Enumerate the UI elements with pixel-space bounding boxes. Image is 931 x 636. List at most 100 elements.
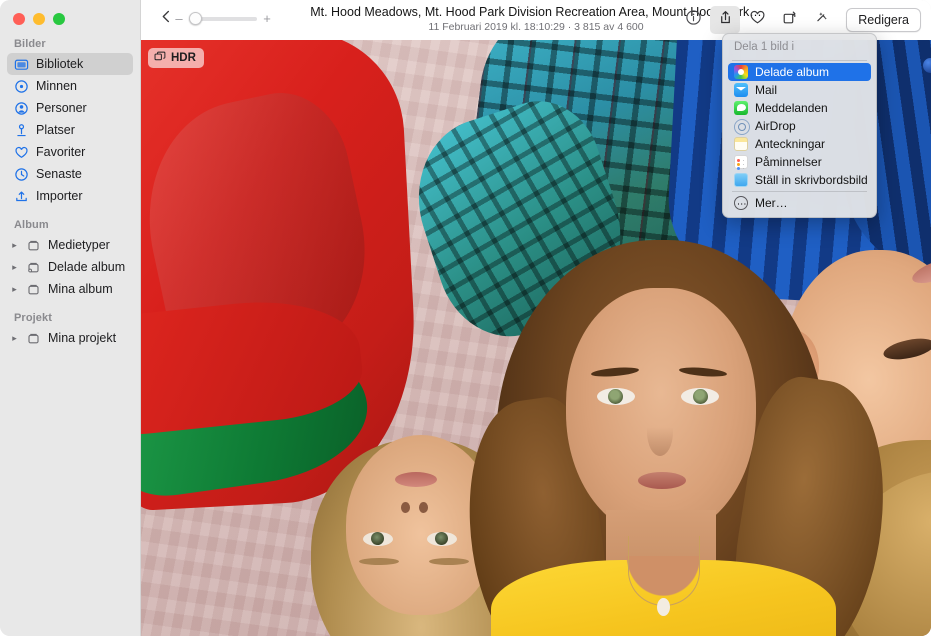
memories-icon xyxy=(14,79,29,94)
zoom-slider-track[interactable] xyxy=(189,12,257,25)
minimize-button[interactable] xyxy=(33,13,45,25)
share-menu: Dela 1 bild i Delade album Mail Meddelan… xyxy=(722,33,877,218)
edit-button[interactable]: Redigera xyxy=(846,8,921,32)
hdr-layers-icon xyxy=(154,51,166,66)
sidebar-item-label: Minnen xyxy=(36,79,77,93)
sidebar: Bilder Bibliotek Minnen Personer Platser… xyxy=(0,0,141,636)
info-button[interactable] xyxy=(678,6,708,34)
zoom-out-label[interactable]: – xyxy=(175,12,183,25)
import-icon xyxy=(14,189,29,204)
sidebar-item-label: Bibliotek xyxy=(36,57,84,71)
menu-separator xyxy=(732,60,867,61)
share-menu-item-label: Mer… xyxy=(755,196,788,210)
share-up-arrow-icon xyxy=(717,9,734,31)
folder-icon xyxy=(26,282,41,297)
share-menu-item-meddelanden[interactable]: Meddelanden xyxy=(728,99,871,117)
share-menu-item-mail[interactable]: Mail xyxy=(728,81,871,99)
zoom-button[interactable] xyxy=(53,13,65,25)
share-menu-item-label: Påminnelser xyxy=(755,155,822,169)
share-menu-item-paminnelser[interactable]: Påminnelser xyxy=(728,153,871,171)
sidebar-item-label: Senaste xyxy=(36,167,82,181)
share-menu-item-delade-album[interactable]: Delade album xyxy=(728,63,871,81)
favorite-button[interactable] xyxy=(742,6,772,34)
photos-window: Bilder Bibliotek Minnen Personer Platser… xyxy=(0,0,931,636)
sidebar-item-personer[interactable]: Personer xyxy=(7,97,133,119)
share-menu-item-mer[interactable]: Mer… xyxy=(728,194,871,212)
share-menu-item-label: Ställ in skrivbordsbild xyxy=(755,173,868,187)
chevron-right-icon[interactable]: ▸ xyxy=(10,234,19,256)
share-menu-item-label: Meddelanden xyxy=(755,101,828,115)
zoom-slider-control[interactable]: – + xyxy=(175,12,271,25)
zoom-in-label[interactable]: + xyxy=(263,12,271,25)
sidebar-section-bilder: Bilder xyxy=(14,38,46,50)
magic-wand-icon xyxy=(813,9,830,31)
share-menu-item-label: Anteckningar xyxy=(755,137,826,151)
back-button[interactable] xyxy=(155,8,177,30)
sidebar-section-projekt: Projekt xyxy=(14,312,52,324)
toolbar-actions: Redigera xyxy=(678,6,921,34)
clock-icon xyxy=(14,167,29,182)
shared-folder-icon xyxy=(26,260,41,275)
folder-icon xyxy=(26,238,41,253)
sidebar-item-delade-album[interactable]: ▸ Delade album xyxy=(7,256,133,278)
sidebar-item-mina-projekt[interactable]: ▸ Mina projekt xyxy=(7,327,133,349)
shared-albums-icon xyxy=(734,65,748,79)
share-menu-item-label: AirDrop xyxy=(755,119,796,133)
sidebar-item-label: Platser xyxy=(36,123,75,137)
share-menu-item-label: Delade album xyxy=(755,65,830,79)
chevron-right-icon[interactable]: ▸ xyxy=(10,327,19,349)
heart-icon xyxy=(14,145,29,160)
share-menu-header: Dela 1 bild i xyxy=(734,41,795,53)
sidebar-item-label: Delade album xyxy=(48,260,126,274)
more-circle-icon xyxy=(734,196,748,210)
sidebar-list: Bilder Bibliotek Minnen Personer Platser… xyxy=(0,38,140,349)
chevron-right-icon[interactable]: ▸ xyxy=(10,256,19,278)
notes-icon xyxy=(734,137,748,151)
heart-icon xyxy=(749,9,766,31)
sidebar-item-label: Importer xyxy=(36,189,83,203)
rotate-button[interactable] xyxy=(774,6,804,34)
sidebar-item-minnen[interactable]: Minnen xyxy=(7,75,133,97)
sidebar-section-album: Album xyxy=(14,219,49,231)
share-menu-item-anteckningar[interactable]: Anteckningar xyxy=(728,135,871,153)
messages-icon xyxy=(734,101,748,115)
people-icon xyxy=(14,101,29,116)
enhance-button[interactable] xyxy=(806,6,836,34)
traffic-lights xyxy=(13,13,65,25)
sidebar-item-label: Mina album xyxy=(48,282,113,296)
sidebar-item-label: Personer xyxy=(36,101,87,115)
info-circle-icon xyxy=(685,9,702,31)
folder-icon xyxy=(26,331,41,346)
chevron-right-icon[interactable]: ▸ xyxy=(10,278,19,300)
places-pin-icon xyxy=(14,123,29,138)
share-menu-item-airdrop[interactable]: AirDrop xyxy=(728,117,871,135)
sidebar-item-favoriter[interactable]: Favoriter xyxy=(7,141,133,163)
hdr-badge: HDR xyxy=(148,48,204,68)
menu-separator xyxy=(732,191,867,192)
share-button[interactable] xyxy=(710,6,741,34)
zoom-slider-knob[interactable] xyxy=(189,12,202,25)
reminders-icon xyxy=(734,155,748,169)
mail-icon xyxy=(734,83,748,97)
sidebar-item-label: Medietyper xyxy=(48,238,110,252)
photos-library-icon xyxy=(14,57,29,72)
sidebar-item-label: Favoriter xyxy=(36,145,86,159)
close-button[interactable] xyxy=(13,13,25,25)
rotate-icon xyxy=(781,9,798,31)
sidebar-item-bibliotek[interactable]: Bibliotek xyxy=(7,53,133,75)
share-menu-item-label: Mail xyxy=(755,83,778,97)
sidebar-item-mina-album[interactable]: ▸ Mina album xyxy=(7,278,133,300)
desktop-picture-icon xyxy=(734,173,748,187)
edit-button-label: Redigera xyxy=(858,13,909,27)
share-menu-item-skrivbordsbild[interactable]: Ställ in skrivbordsbild xyxy=(728,171,871,189)
sidebar-item-importer[interactable]: Importer xyxy=(7,185,133,207)
sidebar-item-medietyper[interactable]: ▸ Medietyper xyxy=(7,234,133,256)
hdr-badge-label: HDR xyxy=(171,52,196,64)
sidebar-item-label: Mina projekt xyxy=(48,331,117,345)
airdrop-icon xyxy=(734,119,750,135)
chevron-left-icon xyxy=(159,9,174,29)
sidebar-item-senaste[interactable]: Senaste xyxy=(7,163,133,185)
sidebar-item-platser[interactable]: Platser xyxy=(7,119,133,141)
